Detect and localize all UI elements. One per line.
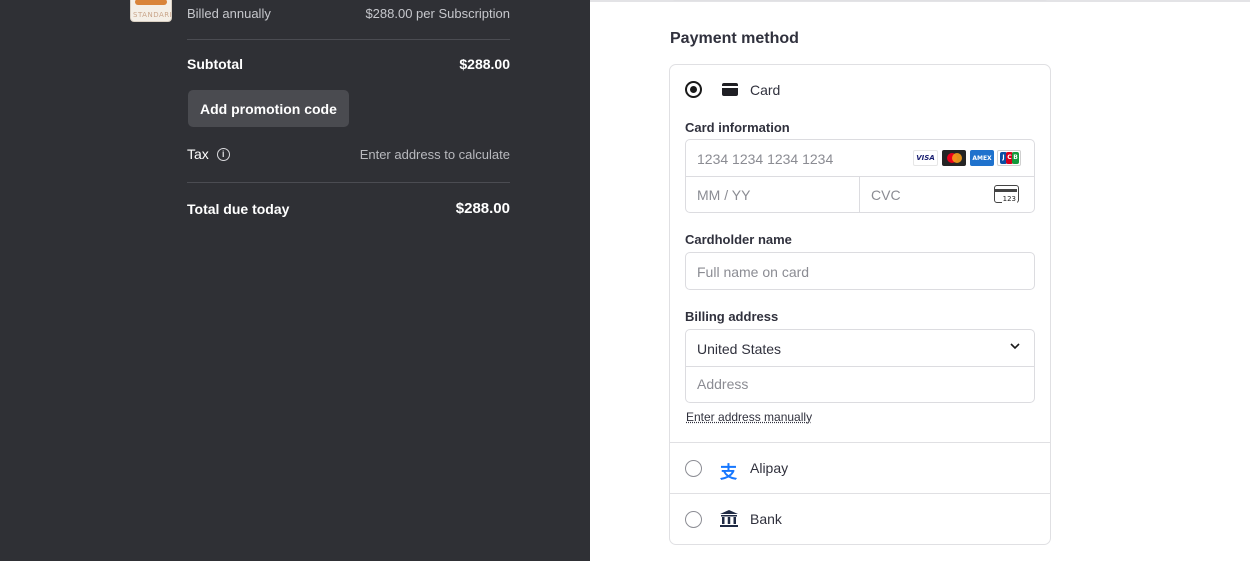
divider bbox=[187, 39, 510, 40]
card-radio[interactable] bbox=[685, 81, 702, 98]
alipay-method-label[interactable]: Alipay bbox=[750, 460, 788, 476]
divider bbox=[686, 176, 1034, 177]
product-thumbnail-graphic bbox=[135, 0, 167, 5]
subtotal-value: $288.00 bbox=[459, 56, 510, 72]
card-number-input[interactable]: 1234 1234 1234 1234 bbox=[697, 151, 897, 169]
cvc-card-icon: 123 bbox=[994, 185, 1019, 203]
tax-label-group: Tax i bbox=[187, 146, 230, 162]
tax-row: Tax i Enter address to calculate bbox=[187, 146, 510, 162]
subtotal-label: Subtotal bbox=[187, 56, 243, 72]
divider bbox=[859, 176, 860, 213]
billing-frequency: Billed annually bbox=[187, 6, 271, 21]
billing-frequency-row: Billed annually $288.00 per Subscription bbox=[187, 6, 510, 21]
expiry-input[interactable]: MM / YY bbox=[697, 187, 847, 205]
subtotal-row: Subtotal $288.00 bbox=[187, 56, 510, 72]
billing-price: $288.00 per Subscription bbox=[365, 6, 510, 21]
mastercard-icon bbox=[942, 150, 966, 166]
payment-method-heading: Payment method bbox=[670, 30, 799, 47]
billing-address-label: Billing address bbox=[685, 309, 779, 324]
enter-address-manually-link[interactable]: Enter address manually bbox=[686, 410, 812, 424]
order-summary-panel: STANDARD Billed annually $288.00 per Sub… bbox=[0, 0, 590, 561]
info-icon[interactable]: i bbox=[216, 147, 230, 161]
divider bbox=[670, 493, 1050, 494]
cardholder-name-label: Cardholder name bbox=[685, 232, 792, 247]
previous-section-edge bbox=[670, 0, 1050, 1]
cvc-input[interactable]: CVC bbox=[871, 187, 981, 205]
tax-label: Tax bbox=[187, 146, 209, 162]
tax-hint: Enter address to calculate bbox=[359, 146, 510, 162]
total-value: $288.00 bbox=[455, 200, 510, 217]
product-thumbnail: STANDARD bbox=[130, 0, 172, 22]
alipay-icon: 支 bbox=[720, 463, 737, 483]
card-method-label[interactable]: Card bbox=[750, 82, 780, 98]
cvc-icon-text: 123 bbox=[1001, 195, 1017, 203]
credit-card-icon bbox=[722, 83, 738, 96]
bank-radio[interactable] bbox=[685, 511, 702, 528]
address-input[interactable]: Address bbox=[697, 376, 748, 392]
checkout-page: STANDARD Billed annually $288.00 per Sub… bbox=[0, 0, 1250, 561]
visa-icon: VISA bbox=[913, 150, 938, 166]
country-select[interactable]: United States bbox=[697, 341, 781, 357]
jcb-icon: J C B bbox=[997, 150, 1021, 166]
bank-method-label[interactable]: Bank bbox=[750, 511, 782, 527]
divider bbox=[686, 366, 1034, 367]
total-label: Total due today bbox=[187, 200, 290, 217]
total-row: Total due today $288.00 bbox=[187, 200, 510, 217]
cardholder-name-input[interactable]: Full name on card bbox=[697, 264, 809, 280]
add-promotion-code-button[interactable]: Add promotion code bbox=[188, 90, 349, 127]
amex-icon: AMEX bbox=[970, 150, 994, 166]
alipay-radio[interactable] bbox=[685, 460, 702, 477]
divider bbox=[187, 182, 510, 183]
bank-icon bbox=[720, 510, 738, 527]
product-thumbnail-text: STANDARD bbox=[133, 11, 172, 19]
card-information-label: Card information bbox=[685, 120, 790, 135]
chevron-down-icon[interactable] bbox=[1010, 341, 1020, 351]
divider bbox=[670, 442, 1050, 443]
